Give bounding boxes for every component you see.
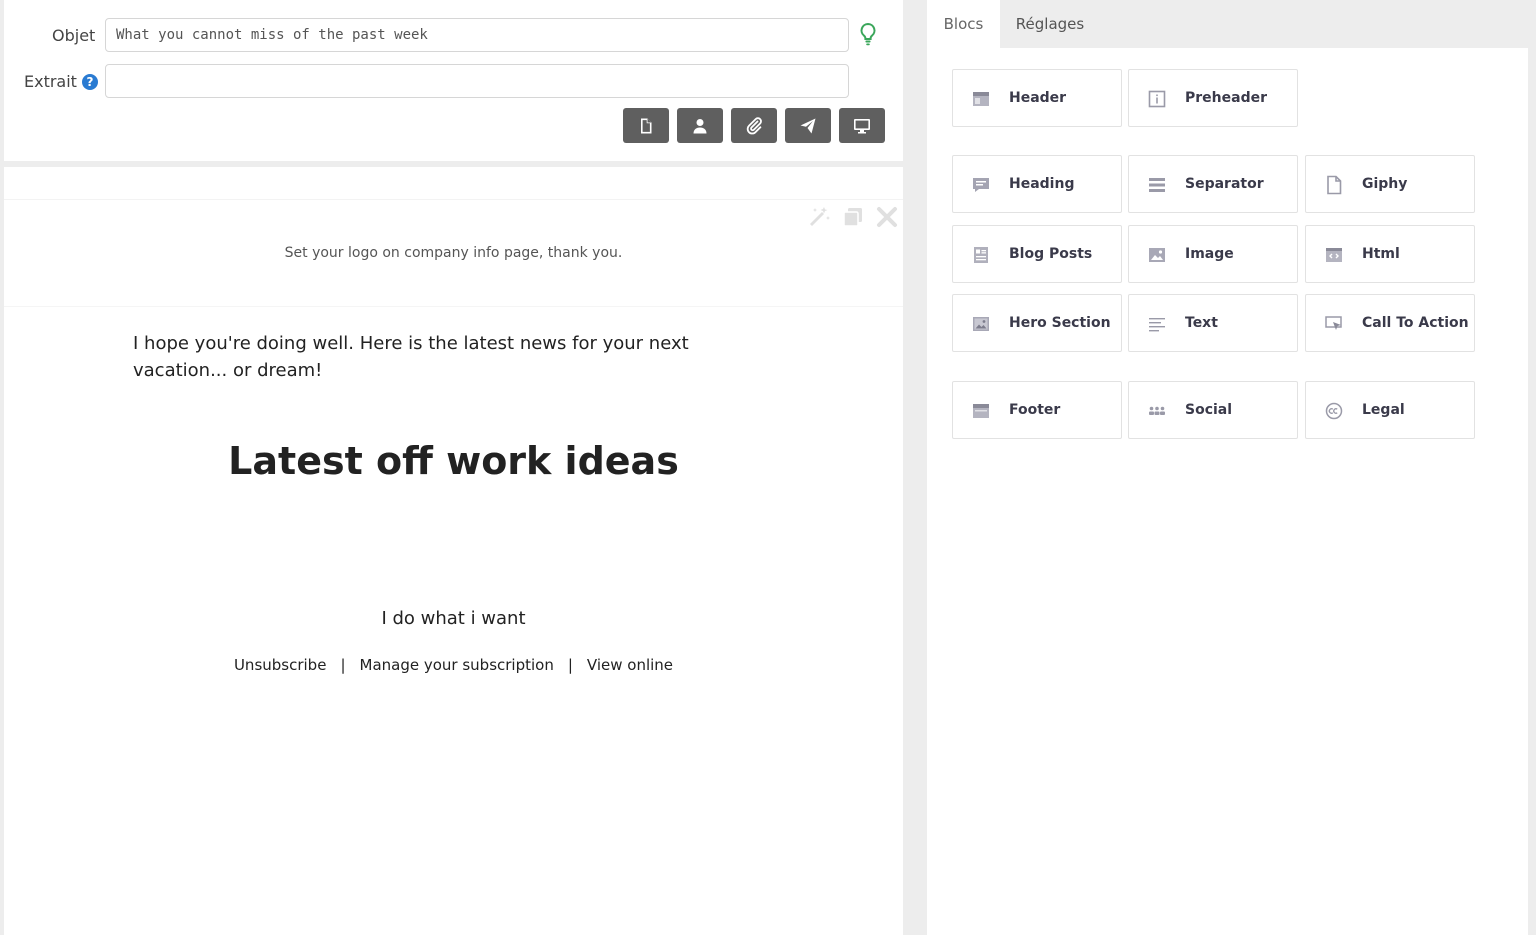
excerpt-input[interactable] <box>105 64 849 98</box>
separator-icon <box>1149 178 1165 192</box>
tab-blocs[interactable]: Blocs <box>927 0 1000 48</box>
bloc-label: Html <box>1362 246 1400 262</box>
file-icon <box>1327 175 1342 195</box>
creative-commons-icon <box>1325 402 1343 420</box>
tab-reglages[interactable]: Réglages <box>1000 0 1100 48</box>
bloc-html[interactable]: Html <box>1305 225 1475 283</box>
bloc-label: Footer <box>1009 402 1061 418</box>
block-tools <box>807 205 899 229</box>
bloc-label: Blog Posts <box>1009 246 1093 262</box>
header-icon <box>973 92 989 106</box>
bloc-label: Giphy <box>1362 176 1408 192</box>
bloc-text[interactable]: Text <box>1128 294 1298 352</box>
bloc-label: Text <box>1185 315 1218 331</box>
desktop-icon <box>854 118 870 133</box>
send-icon <box>800 118 816 133</box>
subject-label: Objet <box>52 26 96 45</box>
bloc-label: Header <box>1009 90 1067 106</box>
bloc-hero-section[interactable]: Hero Section <box>952 294 1122 352</box>
bloc-giphy[interactable]: Giphy <box>1305 155 1475 213</box>
blog-posts-icon <box>974 247 988 263</box>
manage-subscription-link[interactable]: Manage your subscription <box>360 656 554 674</box>
footer-links: Unsubscribe | Manage your subscription | Vie… <box>4 656 903 674</box>
bloc-social[interactable]: Social <box>1128 381 1298 439</box>
code-icon <box>1326 248 1342 262</box>
block-divider <box>4 306 903 307</box>
subject-input[interactable] <box>105 18 849 52</box>
bloc-separator[interactable]: Separator <box>1128 155 1298 213</box>
footer-tagline[interactable]: I do what i want <box>4 608 903 629</box>
bloc-label: Separator <box>1185 176 1264 192</box>
excerpt-label-text: Extrait <box>24 72 77 91</box>
comment-icon <box>973 178 989 192</box>
headline-heading[interactable]: Latest off work ideas <box>4 439 903 483</box>
attachments-button[interactable] <box>731 108 777 143</box>
unsubscribe-link[interactable]: Unsubscribe <box>234 656 326 674</box>
bloc-label: Legal <box>1362 402 1405 418</box>
bloc-blog-posts[interactable]: Blog Posts <box>952 225 1122 283</box>
mail-toolbar <box>623 108 885 143</box>
duplicate-icon[interactable] <box>841 205 865 229</box>
bloc-heading[interactable]: Heading <box>952 155 1122 213</box>
social-users-icon <box>1149 406 1165 415</box>
send-test-button[interactable] <box>785 108 831 143</box>
editor-pane: Objet Extrait ? <box>4 0 903 935</box>
logo-placeholder-text: Set your logo on company info page, than… <box>284 245 623 261</box>
excerpt-label: Extrait ? <box>24 72 98 91</box>
email-preview: Set your logo on company info page, than… <box>4 167 903 935</box>
close-icon[interactable] <box>875 205 899 229</box>
bloc-image[interactable]: Image <box>1128 225 1298 283</box>
text-lines-icon <box>1149 318 1165 332</box>
bloc-label: Heading <box>1009 176 1075 192</box>
template-button[interactable] <box>623 108 669 143</box>
block-divider <box>4 199 903 200</box>
footer-icon <box>973 404 989 418</box>
cursor-click-icon <box>1325 316 1342 330</box>
preview-button[interactable] <box>839 108 885 143</box>
paperclip-icon <box>746 116 762 134</box>
bloc-footer[interactable]: Footer <box>952 381 1122 439</box>
file-icon <box>641 118 652 133</box>
bloc-label: Hero Section <box>1009 315 1111 331</box>
link-separator: | <box>567 656 573 674</box>
intro-paragraph[interactable]: I hope you're doing well. Here is the la… <box>133 330 733 384</box>
lightbulb-icon[interactable] <box>858 22 878 46</box>
magic-wand-icon[interactable] <box>807 205 831 229</box>
mail-meta-section: Objet Extrait ? <box>4 0 903 161</box>
user-icon <box>693 118 707 133</box>
bloc-header[interactable]: Header <box>952 69 1122 127</box>
bloc-call-to-action[interactable]: Call To Action <box>1305 294 1475 352</box>
recipients-button[interactable] <box>677 108 723 143</box>
blocks-sidebar: Blocs Réglages Header Preheader Heading … <box>927 0 1536 935</box>
sidebar-tabs: Blocs Réglages <box>927 0 1536 48</box>
bloc-label: Preheader <box>1185 90 1267 106</box>
info-icon <box>1148 90 1166 108</box>
view-online-link[interactable]: View online <box>587 656 673 674</box>
bloc-label: Social <box>1185 402 1233 418</box>
bloc-label: Image <box>1185 246 1234 262</box>
bloc-legal[interactable]: Legal <box>1305 381 1475 439</box>
bloc-label: Call To Action <box>1362 315 1469 331</box>
bloc-preheader[interactable]: Preheader <box>1128 69 1298 127</box>
hero-image-icon <box>973 317 989 331</box>
image-icon <box>1149 248 1165 262</box>
help-icon[interactable]: ? <box>81 73 98 90</box>
link-separator: | <box>340 656 346 674</box>
